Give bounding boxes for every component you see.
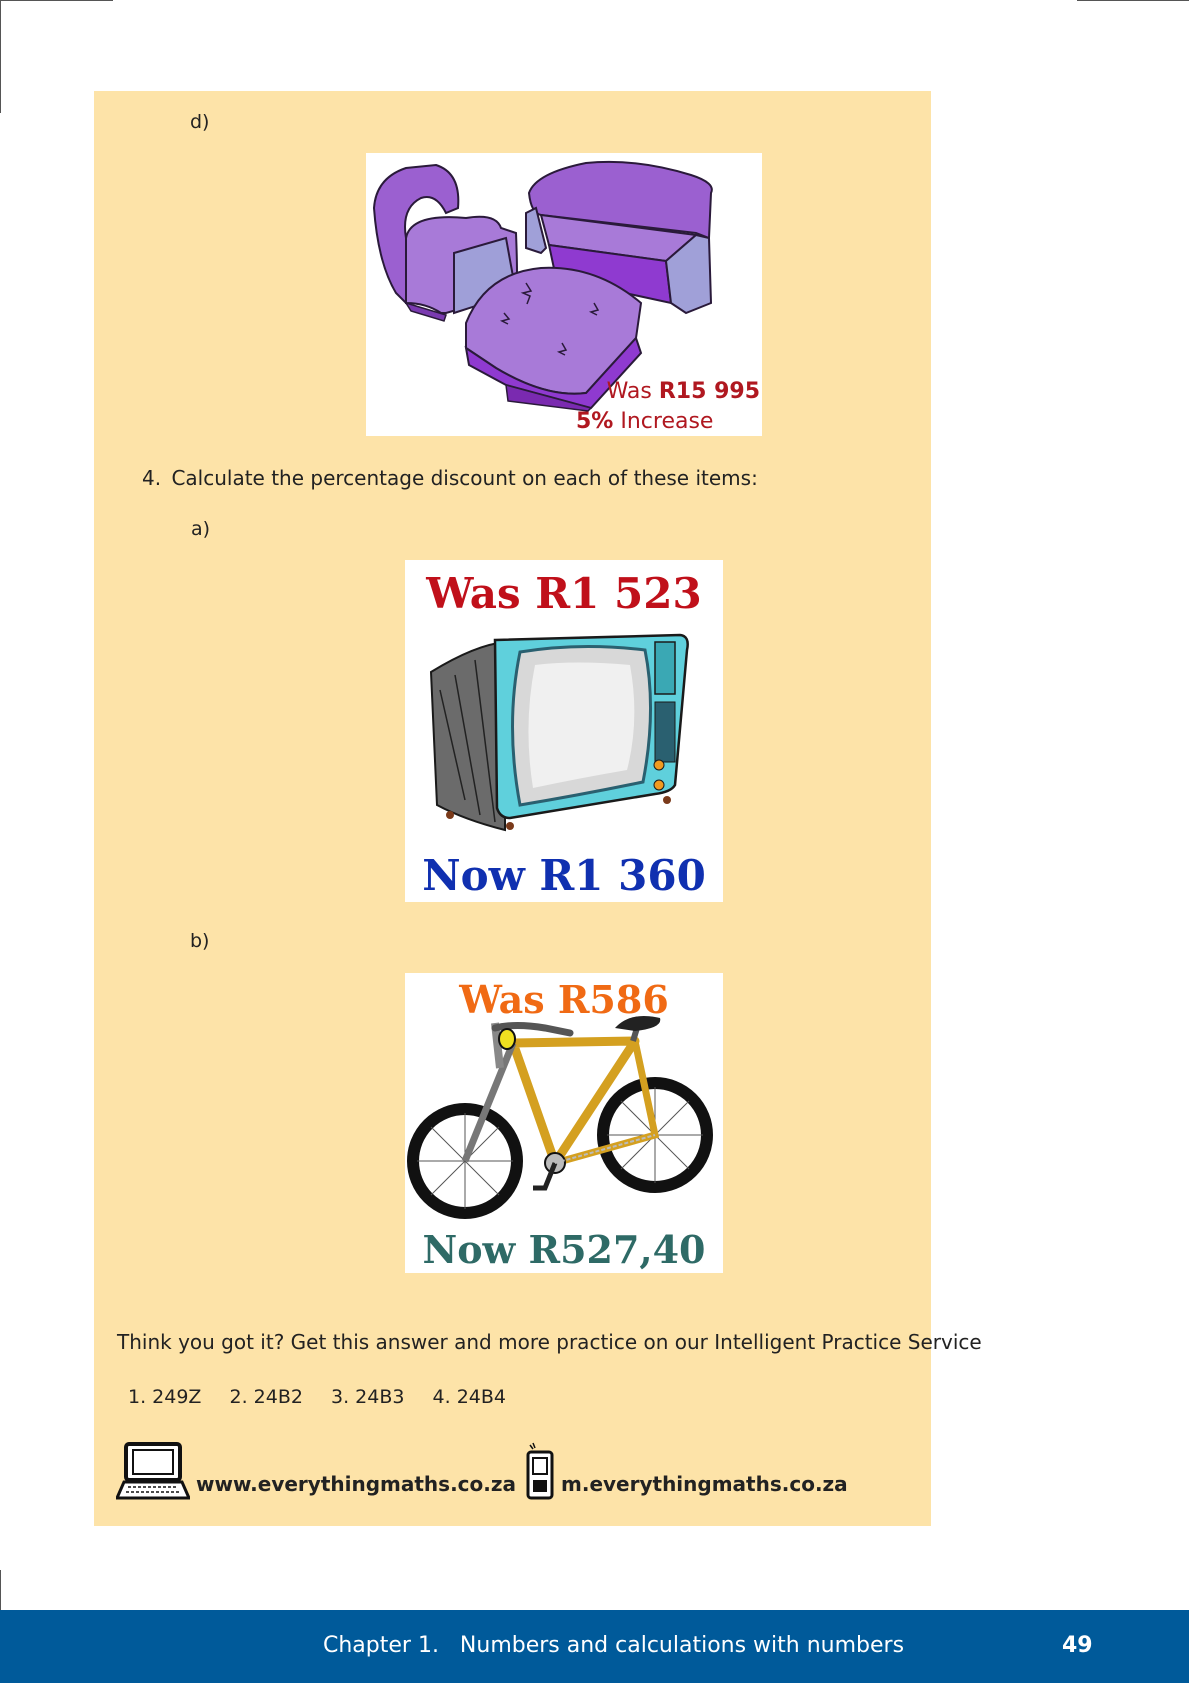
crop-mark [1077, 0, 1189, 1]
question-4: 4. Calculate the percentage discount on … [142, 466, 758, 490]
bicycle-image: Was R586 Now R527,40 [405, 973, 723, 1273]
item-b-label: b) [190, 930, 210, 952]
tv-was-price: Was R1 523 [425, 569, 701, 618]
web-link[interactable]: www.everythingmaths.co.za [116, 1442, 516, 1500]
practice-code-link[interactable]: 1. 249Z [128, 1386, 201, 1408]
sofa-set-image: Was R15 995 5% Increase [366, 153, 762, 436]
mobile-link-text[interactable]: m.everythingmaths.co.za [561, 1472, 848, 1496]
mobile-link[interactable]: m.everythingmaths.co.za [525, 1442, 848, 1500]
web-link-text[interactable]: www.everythingmaths.co.za [196, 1472, 516, 1496]
mobile-phone-icon [526, 1442, 554, 1500]
tv-image: Was R1 523 Now R1 360 [405, 560, 723, 902]
question-number: 4. [142, 466, 162, 490]
crop-mark [0, 0, 113, 1]
chapter-title: Chapter 1. Numbers and calculations with… [323, 1633, 905, 1658]
practice-code-link[interactable]: 3. 24B3 [331, 1386, 404, 1408]
practice-codes: 1. 249Z 2. 24B2 3. 24B3 4. 24B4 [128, 1386, 528, 1408]
sofa-was-text: Was R15 995 [607, 379, 760, 404]
crop-mark [0, 0, 1, 113]
crop-mark [0, 1570, 1, 1610]
practice-code-link[interactable]: 4. 24B4 [433, 1386, 506, 1408]
page-footer: Chapter 1. Numbers and calculations with… [0, 1610, 1189, 1683]
sofa-change-text: 5% Increase [576, 409, 713, 434]
item-a-label: a) [191, 518, 211, 540]
item-d-label: d) [190, 111, 210, 133]
bike-was-price: Was R586 [458, 977, 669, 1022]
tv-now-price: Now R1 360 [422, 851, 706, 900]
question-text: Calculate the percentage discount on eac… [171, 466, 758, 490]
practice-code-link[interactable]: 2. 24B2 [230, 1386, 303, 1408]
page-number: 49 [1062, 1633, 1093, 1658]
laptop-icon [116, 1442, 190, 1500]
bike-now-price: Now R527,40 [422, 1227, 705, 1272]
practice-service-text: Think you got it? Get this answer and mo… [117, 1330, 982, 1354]
